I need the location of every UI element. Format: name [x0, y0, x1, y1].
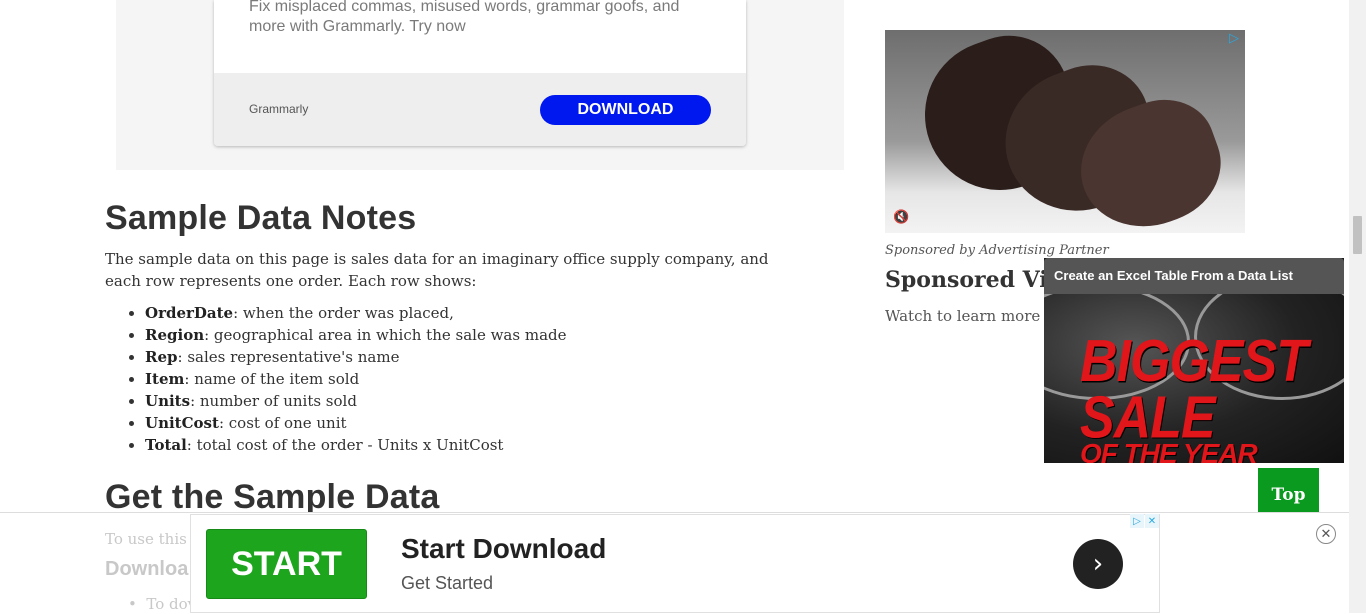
- field-desc: : geographical area in which the sale wa…: [204, 326, 567, 344]
- ad-badges: ▷ ✕: [1130, 514, 1159, 528]
- scrollbar[interactable]: [1349, 0, 1366, 613]
- video-title: Create an Excel Table From a Data List: [1044, 258, 1344, 294]
- field-name: Rep: [145, 348, 178, 366]
- faded-bullet: • To dov: [128, 595, 197, 613]
- list-item: OrderDate: when the order was placed,: [145, 302, 567, 324]
- sponsored-subtitle: Watch to learn more: [885, 307, 1041, 325]
- bottom-banner-ad[interactable]: START Start Download Get Started › ▷ ✕: [190, 514, 1160, 613]
- faded-subheading: Downloa: [105, 558, 189, 580]
- close-ad-button[interactable]: ✕: [1316, 524, 1336, 544]
- list-item: Units: number of units sold: [145, 390, 567, 412]
- list-item: Region: geographical area in which the s…: [145, 324, 567, 346]
- sponsored-caption: Sponsored by Advertising Partner: [885, 243, 1109, 258]
- sale-banner: BIGGEST SALE OF THE YEAR: [1080, 328, 1344, 463]
- floating-video-player[interactable]: Create an Excel Table From a Data List B…: [1044, 258, 1344, 463]
- field-name: Item: [145, 370, 185, 388]
- adchoices-icon[interactable]: ▷: [1130, 514, 1144, 528]
- sample-data-intro: The sample data on this page is sales da…: [105, 250, 769, 290]
- field-desc: : when the order was placed,: [233, 304, 454, 322]
- faded-bullet-text: To dov: [146, 595, 197, 613]
- grammarly-brand-label: Grammarly: [249, 102, 309, 116]
- field-desc: : sales representative's name: [177, 348, 400, 366]
- faded-text: To use this s: [105, 530, 200, 548]
- bottom-ad-title[interactable]: Start Download: [401, 533, 606, 565]
- sponsored-video-thumbnail[interactable]: ▷ 🔇: [885, 30, 1245, 233]
- field-desc: : total cost of the order - Units x Unit…: [186, 436, 504, 454]
- field-name: Units: [145, 392, 191, 410]
- sale-line-1: BIGGEST SALE: [1080, 328, 1308, 452]
- field-name: Region: [145, 326, 205, 344]
- field-name: OrderDate: [145, 304, 234, 322]
- sponsored-title[interactable]: Sponsored Vid: [885, 267, 1045, 293]
- start-button[interactable]: START: [206, 529, 367, 599]
- list-item: Total: total cost of the order - Units x…: [145, 434, 567, 456]
- download-button[interactable]: DOWNLOAD: [540, 95, 711, 125]
- field-desc: : number of units sold: [190, 392, 357, 410]
- mute-icon[interactable]: 🔇: [893, 210, 909, 225]
- grammarly-ad-text: Fix misplaced commas, misused words, gra…: [249, 0, 680, 35]
- close-icon[interactable]: ✕: [1145, 514, 1159, 528]
- list-item: UnitCost: cost of one unit: [145, 412, 567, 434]
- grammarly-ad-card[interactable]: Fix misplaced commas, misused words, gra…: [214, 0, 746, 146]
- field-list: OrderDate: when the order was placed, Re…: [105, 302, 567, 456]
- bottom-ad-subtitle: Get Started: [401, 573, 494, 593]
- field-desc: : name of the item sold: [184, 370, 360, 388]
- field-name: Total: [145, 436, 187, 454]
- sample-data-notes-heading: Sample Data Notes: [105, 199, 417, 237]
- list-item: Rep: sales representative's name: [145, 346, 567, 368]
- field-desc: : cost of one unit: [218, 414, 347, 432]
- video-content[interactable]: BIGGEST SALE OF THE YEAR: [1044, 294, 1344, 463]
- grammarly-ad-footer: Grammarly DOWNLOAD: [214, 73, 746, 146]
- chevron-right-icon[interactable]: ›: [1073, 539, 1123, 589]
- adchoices-icon[interactable]: ▷: [1229, 32, 1243, 46]
- field-name: UnitCost: [145, 414, 219, 432]
- list-item: Item: name of the item sold: [145, 368, 567, 390]
- scrollbar-thumb[interactable]: [1353, 216, 1362, 254]
